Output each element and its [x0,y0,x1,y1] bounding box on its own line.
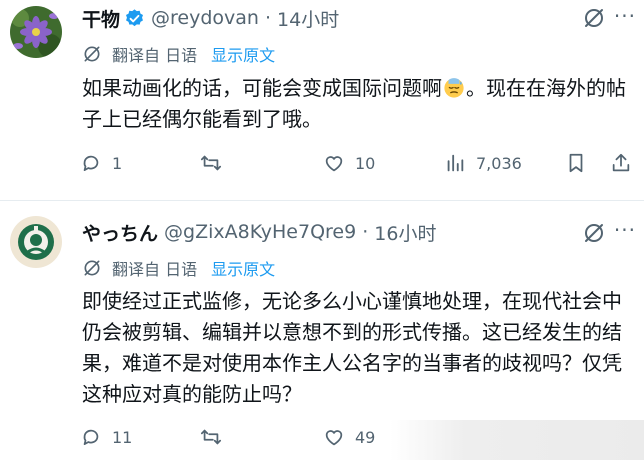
retweet-button[interactable] [200,426,232,448]
reply-count: 1 [112,153,123,173]
reply-button[interactable]: 11 [80,426,132,448]
heart-icon [325,156,343,172]
show-original-link[interactable]: 显示原文 [211,256,275,280]
timestamp[interactable]: 14小时 [277,5,339,32]
tweet-header: やっちん @gZixA8KyHe7Qre9 · 16小时 [82,218,436,246]
translate-icon [84,46,100,62]
avatar[interactable] [10,216,62,268]
share-button[interactable] [610,152,632,174]
translated-label: 翻译自 日语 [112,46,198,65]
more-options-icon[interactable]: ··· [614,6,636,26]
retweet-button[interactable] [200,152,232,174]
tweet-1[interactable]: 干物 @reydovan · 14小时 ··· 翻译自 日语 显示原文 如果动画… [0,0,644,201]
reply-button[interactable]: 1 [80,152,122,174]
tweet-text: 如果动画化的话，可能会变成国际问题啊 。现在在海外的帖子上已经偶尔能看到了哦。 [82,73,637,135]
grok-icon[interactable] [582,6,606,30]
user-handle[interactable]: @gZixA8KyHe7Qre9 [164,221,356,243]
like-count: 10 [355,153,376,173]
view-count: 7,036 [476,153,522,173]
display-name[interactable]: やっちん [82,219,158,246]
separator-dot: · [362,221,369,243]
translated-notice: 翻译自 日语 显示原文 [82,256,275,280]
tweet-header: 干物 @reydovan · 14小时 [82,4,339,32]
bookmark-button[interactable] [565,152,587,174]
heart-icon [325,430,343,446]
analytics-icon [447,154,464,172]
sweat-face-emoji-icon [444,78,464,98]
action-bar: 1 10 7,036 [80,152,636,178]
like-button[interactable]: 10 [323,152,375,174]
grok-icon[interactable] [582,221,606,245]
user-handle[interactable]: @reydovan [151,7,259,29]
reply-icon [83,429,99,446]
tweet-text: 即使经过正式监修，无论多么小心谨慎地处理，在现代社会中仍会被剪辑、编辑并以意想不… [82,289,622,406]
more-options-icon[interactable]: ··· [614,220,636,240]
timestamp[interactable]: 16小时 [374,219,436,246]
tweet-text-part-1: 如果动画化的话，可能会变成国际问题啊 [82,76,442,100]
bottom-fade-overlay [390,420,644,460]
retweet-icon [200,155,222,171]
like-button[interactable]: 49 [323,426,375,448]
like-count: 49 [355,427,376,447]
views-button[interactable]: 7,036 [444,152,522,174]
translated-notice: 翻译自 日语 显示原文 [82,42,275,66]
translated-label: 翻译自 日语 [112,260,198,279]
display-name[interactable]: 干物 [82,5,120,32]
avatar[interactable] [10,6,62,58]
separator-dot: · [264,7,272,29]
retweet-icon [200,429,222,445]
translate-icon [84,260,100,276]
bookmark-icon [569,153,583,173]
share-icon [612,153,630,172]
reply-count: 11 [112,427,133,447]
reply-icon [83,155,99,172]
verified-badge-icon [126,8,144,26]
show-original-link[interactable]: 显示原文 [211,42,275,66]
